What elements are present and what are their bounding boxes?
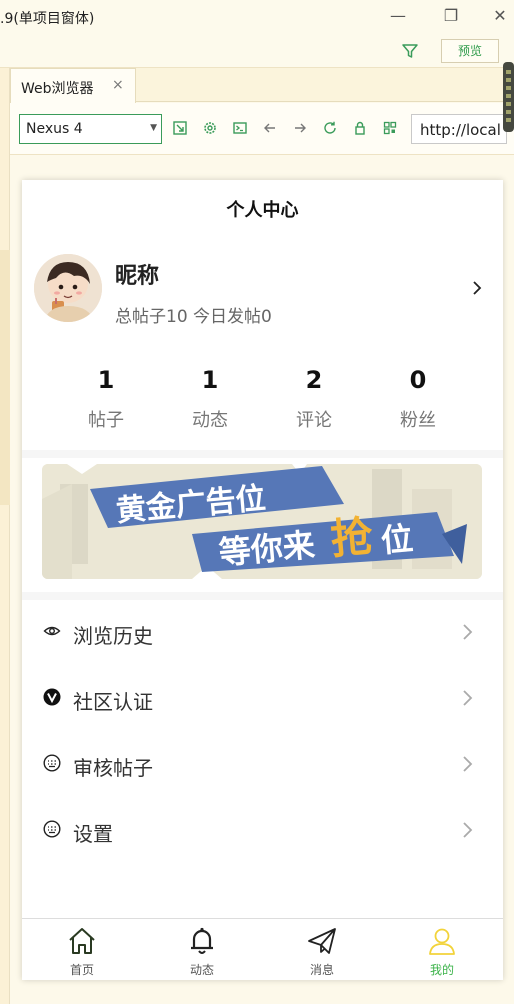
tab-activity[interactable]: 动态: [142, 919, 262, 980]
count-label: 粉丝: [400, 410, 436, 431]
bottom-tab-bar: 首页 动态 消息 我的: [22, 918, 503, 980]
lock-icon[interactable]: [352, 120, 368, 136]
tab-label: 消息: [309, 963, 334, 977]
device-screen: 个人中心 昵称 总帖子10 今日发帖0 1 帖子 1 动态 2 评论 0 粉丝 …: [22, 180, 503, 980]
menu-item-label: 设置: [73, 822, 113, 846]
menu-item-browse-history[interactable]: 浏览历史: [22, 600, 503, 666]
ad-banner[interactable]: 黄金广告位 等你来 抢 位: [42, 464, 482, 579]
preview-button[interactable]: 预览: [441, 39, 499, 63]
tab-label: 我的: [429, 963, 454, 977]
filter-icon[interactable]: [401, 42, 419, 60]
menu-item-community-verify[interactable]: 社区认证: [22, 666, 503, 732]
tab-mine[interactable]: 我的: [382, 919, 502, 980]
back-arrow-icon[interactable]: [262, 120, 278, 136]
count-value: 0: [409, 366, 427, 394]
chevron-right-icon[interactable]: [470, 278, 484, 298]
url-text: http://local: [420, 121, 501, 139]
page-title: 个人中心: [226, 200, 299, 221]
window-title: .9(单项目窗体): [0, 11, 95, 27]
section-divider: [22, 592, 503, 600]
chevron-right-icon: [463, 624, 473, 640]
count-value: 2: [305, 366, 323, 394]
maximize-button[interactable]: ❐: [439, 6, 463, 26]
paper-plane-icon: [308, 928, 336, 954]
count-value: 1: [201, 366, 219, 394]
menu-item-label: 社区认证: [73, 690, 153, 714]
tab-messages[interactable]: 消息: [262, 919, 382, 980]
close-window-button[interactable]: ✕: [488, 6, 512, 26]
home-icon: [69, 928, 95, 954]
count-activity[interactable]: 1 动态: [158, 364, 262, 432]
secondary-toolbar: 预览: [0, 36, 514, 68]
refresh-icon[interactable]: [322, 120, 338, 136]
menu-item-label: 审核帖子: [73, 756, 153, 780]
count-label: 评论: [296, 410, 332, 431]
nickname: 昵称: [115, 264, 160, 289]
tab-label: 动态: [189, 963, 214, 977]
left-panel-edge: [0, 68, 10, 1004]
console-icon[interactable]: [232, 120, 248, 136]
chevron-right-icon: [463, 756, 473, 772]
tab-label: Web浏览器: [21, 81, 94, 97]
rotate-icon[interactable]: [172, 120, 188, 136]
verified-v-icon: [43, 688, 61, 706]
count-stats: 1 帖子 1 动态 2 评论 0 粉丝: [54, 364, 470, 444]
user-icon: [429, 928, 455, 955]
gear-icon[interactable]: [202, 120, 218, 136]
tab-close-icon[interactable]: ×: [112, 77, 124, 93]
avatar[interactable]: [34, 254, 102, 322]
window-title-bar: .9(单项目窗体) — ❐ ✕: [0, 0, 514, 36]
banner-line-2b: 抢: [329, 511, 376, 564]
keyboard-icon: [43, 754, 61, 772]
eye-icon: [43, 626, 61, 636]
count-label: 帖子: [88, 410, 124, 431]
chevron-down-icon: ▼: [150, 123, 157, 133]
count-fans[interactable]: 0 粉丝: [366, 364, 470, 432]
tab-web-browser[interactable]: Web浏览器 ×: [10, 68, 136, 103]
menu-item-review-posts[interactable]: 审核帖子: [22, 732, 503, 798]
count-posts[interactable]: 1 帖子: [54, 364, 158, 432]
device-select-value: Nexus 4: [26, 121, 83, 137]
scrollbar-thumb[interactable]: [503, 62, 514, 132]
tab-home[interactable]: 首页: [22, 919, 142, 980]
keyboard-icon: [43, 820, 61, 838]
menu-item-label: 浏览历史: [73, 624, 153, 648]
count-comments[interactable]: 2 评论: [262, 364, 366, 432]
section-divider: [22, 450, 503, 458]
count-value: 1: [97, 366, 115, 394]
device-toolbar: Nexus 4 ▼ http://local: [10, 103, 514, 155]
banner-line-2c: 位: [379, 519, 414, 560]
qr-code-icon[interactable]: [382, 120, 398, 136]
forward-arrow-icon[interactable]: [292, 120, 308, 136]
device-select[interactable]: Nexus 4 ▼: [19, 114, 162, 144]
tab-label: 首页: [69, 963, 94, 977]
minimize-button[interactable]: —: [386, 6, 410, 26]
chevron-right-icon: [463, 690, 473, 706]
chevron-right-icon: [463, 822, 473, 838]
count-label: 动态: [192, 410, 228, 431]
bell-icon: [191, 927, 213, 954]
post-stats-line: 总帖子10 今日发帖0: [115, 307, 272, 327]
side-panel-highlight: [0, 250, 10, 505]
url-input[interactable]: http://local: [411, 114, 507, 144]
menu-item-settings[interactable]: 设置: [22, 798, 503, 864]
